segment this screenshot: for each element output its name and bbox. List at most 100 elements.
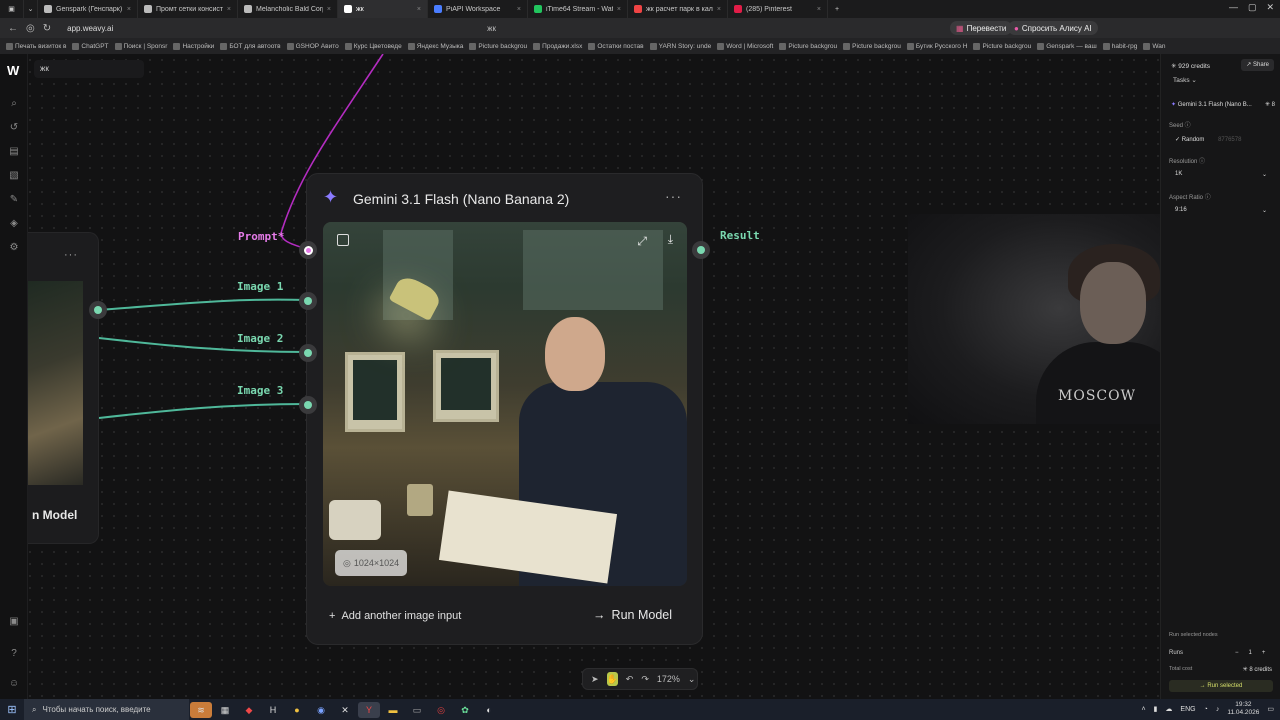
file-explorer-icon[interactable]: ▬ [382, 702, 404, 718]
bookmark-item[interactable]: Wan [1143, 42, 1166, 50]
plus-icon[interactable]: + [1262, 650, 1266, 656]
minus-icon[interactable]: − [1235, 650, 1239, 656]
bookmark-item[interactable]: Picture backgrou [779, 42, 837, 50]
browser-tab[interactable]: Промт сетки консистент × [138, 0, 238, 18]
share-button[interactable]: ↗ Share [1241, 59, 1274, 71]
windows-start-icon[interactable]: ⊞ [0, 703, 24, 716]
bookmark-item[interactable]: Курс Цветоведе [344, 42, 402, 50]
tab-close-icon[interactable]: × [417, 6, 421, 13]
back-icon[interactable]: ← [8, 23, 18, 34]
tab-close-icon[interactable]: × [617, 6, 621, 13]
bookmark-item[interactable]: GSHOP Авито [286, 42, 339, 50]
tab-close-icon[interactable]: × [127, 6, 131, 13]
tab-close-icon[interactable]: × [227, 6, 231, 13]
widgets-icon[interactable]: ≋ [190, 701, 212, 718]
bookmark-item[interactable]: Picture backgrou [973, 42, 1031, 50]
network-icon[interactable]: ▮ [1154, 705, 1158, 713]
bookmark-item[interactable]: habit-rpg [1102, 42, 1137, 50]
volume-icon[interactable]: ♪ [1216, 706, 1220, 713]
app-green-icon[interactable]: ✿ [454, 702, 476, 718]
translate-button[interactable]: ▦ Перевести [950, 21, 1013, 35]
image2-port[interactable] [299, 344, 317, 362]
resolution-select[interactable]: 1K ⌄ [1169, 169, 1273, 181]
upstream-model-node[interactable]: ··· n Model [28, 232, 99, 544]
bookmark-item[interactable]: Word | Microsoft [717, 42, 773, 50]
image3-port[interactable] [299, 396, 317, 414]
browser-tab[interactable]: iTime64 Stream - Watch Li × [528, 0, 628, 18]
image1-port[interactable] [299, 292, 317, 310]
app-h-icon[interactable]: H [262, 702, 284, 718]
app-x-icon[interactable]: ✕ [334, 702, 356, 718]
chrome-icon[interactable]: ◎ [430, 702, 452, 718]
expand-icon[interactable]: ⤢ [637, 234, 647, 249]
tab-list-icon[interactable]: ⌄ [24, 0, 38, 18]
tab-close-icon[interactable]: × [517, 6, 521, 13]
wifi-icon[interactable]: ◔ [1204, 706, 1208, 713]
gemini-model-node[interactable]: ✦ Gemini 3.1 Flash (Nano Banana 2) ··· ⤢ [306, 173, 703, 645]
reload-icon[interactable]: ↻ [43, 23, 51, 34]
browser-tab[interactable]: Melancholic Bald Corpora × [238, 0, 338, 18]
maximize-icon[interactable]: ▢ [1248, 2, 1257, 13]
node-menu-icon[interactable]: ··· [665, 188, 682, 204]
browser-tab[interactable]: жк расчет парк в калин × [628, 0, 728, 18]
cloud-icon[interactable]: ☁ [1165, 705, 1172, 713]
bookmark-item[interactable]: Печать визиток в [6, 42, 66, 50]
app-blue-icon[interactable]: ◉ [310, 702, 332, 718]
bookmark-item[interactable]: YARN Story: unde [649, 42, 711, 50]
close-icon[interactable]: ✕ [1266, 2, 1274, 13]
run-selected-button[interactable]: → Run selected [1169, 680, 1273, 692]
upstream-output-image[interactable] [28, 281, 83, 485]
app-grey-icon[interactable]: ▭ [406, 702, 428, 718]
chevron-down-icon[interactable]: ⌄ [688, 674, 696, 685]
select-image-icon[interactable] [337, 234, 349, 246]
bookmark-item[interactable]: Бутик Русского Н [906, 42, 967, 50]
lang-indicator[interactable]: ENG [1180, 706, 1195, 713]
yandex-browser-icon[interactable]: Y [358, 701, 380, 718]
notifications-icon[interactable]: ▭ [1267, 705, 1274, 713]
bookmark-item[interactable]: ChatGPT [72, 42, 109, 50]
add-image-input-button[interactable]: + Add another image input [329, 610, 461, 622]
new-tab-button[interactable]: + [828, 0, 846, 18]
undo-icon[interactable]: ↶ [626, 674, 634, 685]
bookmark-item[interactable]: Picture backgrou [843, 42, 901, 50]
canvas[interactable]: W ⌕ ↺ ▤ ▧ ✎ ◈ ⚙ ▣ ? ☺ жк ··· n Model ✦ G… [0, 54, 1280, 699]
url-field[interactable]: app.weavy.ai [67, 24, 487, 33]
generated-image[interactable]: ⤢ ⤓ ◎ 1024×1024 [323, 222, 687, 586]
tab-close-icon[interactable]: × [327, 6, 331, 13]
browser-tab[interactable]: PiAPI Workspace × [428, 0, 528, 18]
bookmark-item[interactable]: Genspark — ваш [1037, 42, 1097, 50]
bookmark-item[interactable]: Остатки постав [588, 42, 644, 50]
minimize-icon[interactable]: — [1229, 2, 1238, 13]
download-icon[interactable]: ⤓ [668, 232, 673, 247]
node-menu-icon[interactable]: ··· [64, 249, 78, 261]
upstream-output-port[interactable] [89, 301, 107, 319]
app-white-icon[interactable]: ◐ [478, 702, 500, 718]
alice-button[interactable]: ● Спросить Алису AI [1008, 21, 1098, 35]
bookmark-item[interactable]: БОТ для автоотв [220, 42, 281, 50]
bookmark-item[interactable]: Яндекс Музыка [407, 42, 463, 50]
seed-random-toggle[interactable]: ✓ Random 8776578 [1175, 136, 1241, 143]
bookmark-item[interactable]: Picture backgrou [469, 42, 527, 50]
run-model-button[interactable]: → Run Model [593, 608, 672, 622]
selected-model-row[interactable]: ✦ Gemini 3.1 Flash (Nano B... ✳ 8 [1171, 101, 1275, 108]
result-port[interactable] [692, 241, 710, 259]
tasks-dropdown[interactable]: Tasks ⌄ [1173, 76, 1197, 84]
bookmark-item[interactable]: Поиск | Sponsr [114, 42, 167, 50]
chevron-up-icon[interactable]: ˄ [1141, 706, 1145, 713]
browser-tab[interactable]: Genspark (Генспарк) — ва × [38, 0, 138, 18]
taskbar-search[interactable]: ⌕ Чтобы начать поиск, введите [24, 699, 189, 720]
zoom-level[interactable]: 172% [657, 674, 680, 684]
aspect-ratio-select[interactable]: 9:16 ⌄ [1169, 205, 1273, 217]
redo-icon[interactable]: ↷ [641, 674, 649, 685]
bookmark-item[interactable]: Настройки [173, 42, 214, 50]
app-red-icon[interactable]: ◆ [238, 702, 260, 718]
prompt-port[interactable] [299, 241, 317, 259]
task-view-icon[interactable]: ▦ [214, 702, 236, 718]
pointer-icon[interactable]: ➤ [591, 674, 599, 685]
tab-close-icon[interactable]: × [817, 6, 821, 13]
clock[interactable]: 19:32 11.04.2026 [1227, 701, 1259, 717]
runs-stepper[interactable]: − 1 + [1235, 650, 1265, 656]
tab-close-icon[interactable]: × [717, 6, 721, 13]
browser-menu-icon[interactable]: ▣ [0, 0, 24, 18]
bookmark-item[interactable]: Продажи.xlsx [533, 42, 582, 50]
